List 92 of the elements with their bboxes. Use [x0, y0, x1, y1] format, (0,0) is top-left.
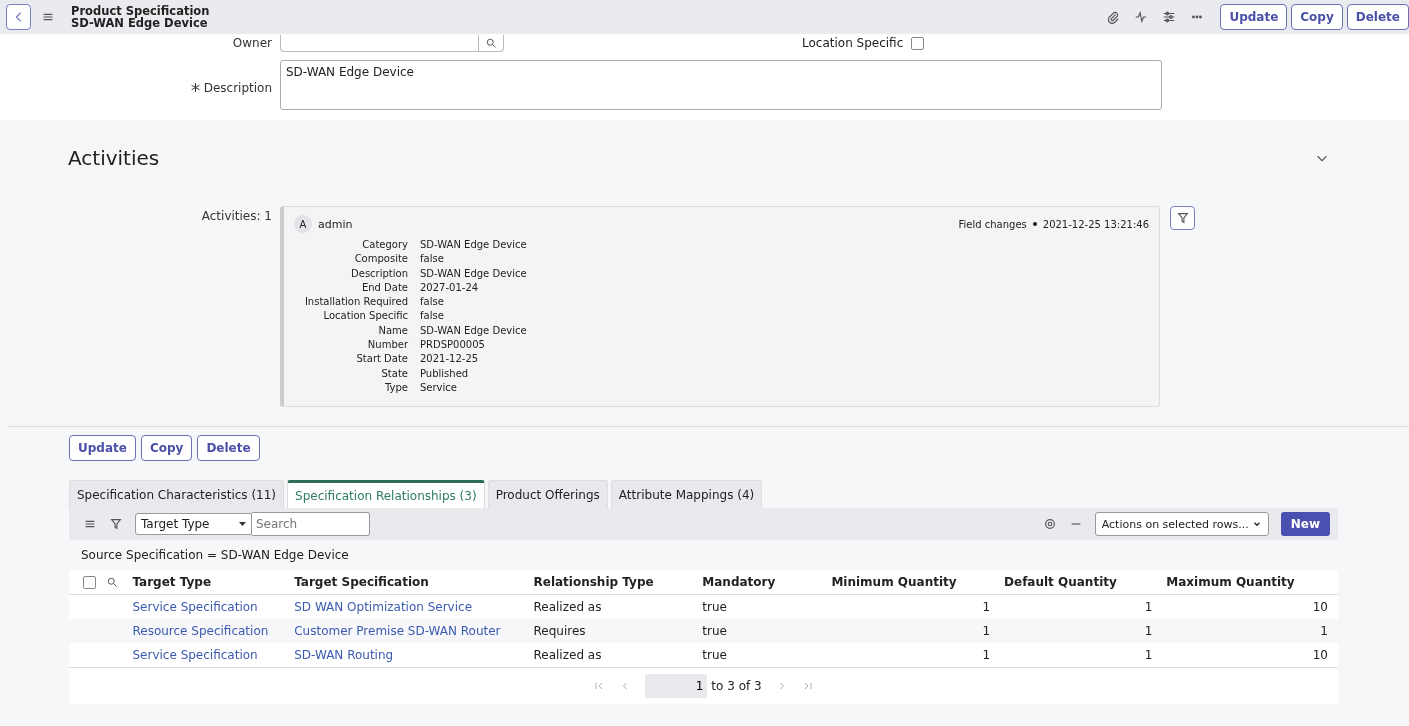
table-cell: Realized as	[533, 600, 602, 614]
form-action-button[interactable]: Update	[69, 435, 136, 461]
field-value: false	[420, 295, 445, 310]
separator-dot	[1032, 222, 1037, 226]
field-value: Service	[420, 380, 458, 395]
field-name: State	[380, 366, 408, 381]
field-value: 2021-12-25	[420, 352, 480, 367]
field-value: Published	[420, 366, 470, 381]
record-link[interactable]: SD WAN Optimization Service	[294, 600, 473, 614]
tab[interactable]: Product Offerings	[487, 480, 608, 508]
field-value: SD-WAN Edge Device	[420, 238, 528, 252]
record-link[interactable]: SD-WAN Routing	[294, 648, 394, 662]
tab[interactable]: Specification Relationships (3)	[287, 480, 485, 508]
actions-dropdown[interactable]: Actions on selected rows...	[1094, 512, 1269, 536]
table-cell: true	[702, 600, 727, 614]
filter-breadcrumb: Source Specification = SD-WAN Edge Device	[80, 547, 350, 564]
field-value: SD-WAN Edge Device	[420, 323, 528, 338]
table-cell: 10	[1312, 648, 1328, 662]
column-header[interactable]: Default Quantity	[1004, 575, 1117, 589]
header-action-button[interactable]: Delete	[1346, 4, 1409, 30]
field-name: Description	[350, 266, 408, 281]
description-field[interactable]: SD-WAN Edge Device	[280, 60, 1162, 110]
table-cell: Requires	[533, 624, 586, 638]
owner-field[interactable]	[280, 34, 504, 52]
column-header[interactable]: Maximum Quantity	[1166, 575, 1295, 589]
form-action-button[interactable]: Copy	[140, 435, 193, 461]
back-button[interactable]	[6, 4, 31, 30]
search-column-dropdown[interactable]: Target Type	[135, 513, 252, 535]
filter-icon	[1175, 211, 1190, 225]
field-value: PRDSP00005	[420, 338, 486, 353]
activity-time: 2021-12-25 13:21:46	[1042, 218, 1149, 230]
record-type-title: Product Specification	[71, 5, 210, 17]
gear-icon	[1042, 517, 1057, 531]
search-icon	[106, 576, 118, 588]
record-link[interactable]: Service Specification	[132, 648, 258, 662]
field-name: Installation Required	[304, 295, 408, 310]
table-cell: 1	[1144, 648, 1153, 662]
table-cell: 10	[1312, 600, 1328, 614]
column-header[interactable]: Target Type	[132, 575, 212, 589]
activity-kind: Field changes	[958, 218, 1027, 230]
section-title: Activities	[68, 146, 160, 170]
table-cell: true	[702, 624, 727, 638]
new-button[interactable]: New	[1280, 512, 1330, 536]
activities-count: Activities: 1	[201, 209, 272, 223]
field-name: Start Date	[355, 352, 408, 367]
field-value: false	[420, 252, 445, 267]
field-name: Name	[377, 323, 408, 338]
column-header[interactable]: Relationship Type	[533, 575, 654, 589]
select-all-checkbox[interactable]	[83, 575, 96, 589]
table-cell: 1	[1320, 624, 1328, 638]
caret-icon	[239, 522, 246, 526]
field-name: End Date	[360, 280, 408, 295]
page-field[interactable]: 1	[645, 674, 708, 698]
search-icon	[485, 36, 497, 49]
field-name: Composite	[353, 252, 408, 267]
location-checkbox[interactable]	[911, 36, 925, 50]
user-name: admin	[318, 217, 353, 231]
column-header[interactable]: Mandatory	[702, 575, 776, 589]
field-label: Owner	[231, 36, 273, 50]
field-value: 2027-01-24	[420, 280, 480, 295]
field-name: Type	[384, 380, 408, 395]
paperclip-icon	[1106, 10, 1121, 24]
column-header[interactable]: Target Specification	[294, 575, 429, 589]
record-name-title: SD-WAN Edge Device	[71, 17, 208, 29]
avatar: A	[294, 215, 312, 233]
pulse-icon	[1134, 10, 1149, 24]
record-link[interactable]: Service Specification	[132, 600, 258, 614]
table-cell: 1	[982, 624, 991, 638]
header-action-button[interactable]: Update	[1220, 4, 1288, 30]
table-cell: Realized as	[533, 648, 602, 662]
table-cell: 1	[1144, 624, 1153, 638]
filter-icon	[109, 517, 123, 531]
page-range: to 3 of 3	[711, 679, 762, 693]
tab[interactable]: Attribute Mappings (4)	[610, 480, 763, 508]
field-name: Location Specific	[322, 309, 408, 324]
table-cell: 1	[1144, 600, 1153, 614]
field-name: Category	[361, 238, 408, 252]
table-cell: 1	[982, 648, 991, 662]
filter-button[interactable]	[1170, 206, 1195, 230]
field-name: Number	[366, 338, 408, 353]
table-cell: 1	[982, 600, 991, 614]
field-label: Location Specific	[802, 36, 904, 50]
field-label: Description	[203, 81, 272, 95]
column-header[interactable]: Minimum Quantity	[831, 575, 957, 589]
header-action-button[interactable]: Copy	[1291, 4, 1343, 30]
field-value: false	[420, 309, 445, 324]
field-value: SD-WAN Edge Device	[420, 266, 528, 281]
search-field[interactable]: Search	[252, 512, 370, 536]
sliders-icon	[1162, 10, 1177, 24]
form-action-button[interactable]: Delete	[197, 435, 260, 461]
table-cell: true	[702, 648, 727, 662]
tab[interactable]: Specification Characteristics (11)	[69, 480, 285, 508]
